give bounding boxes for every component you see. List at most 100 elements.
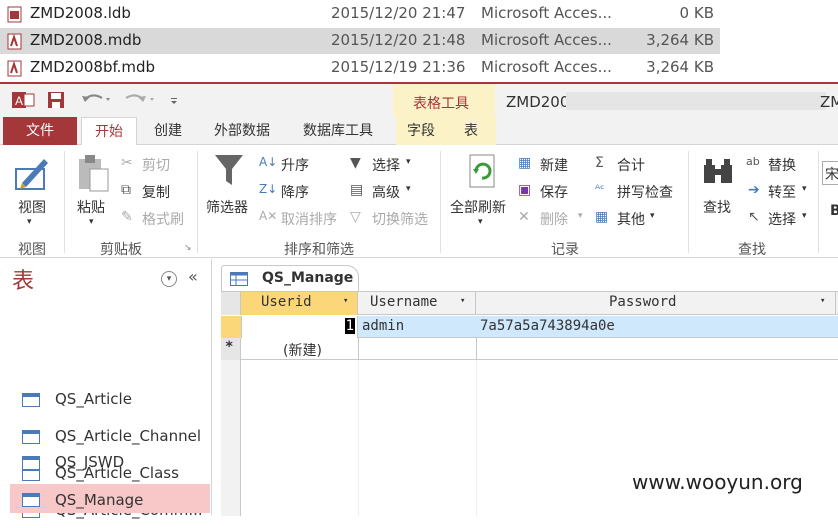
refresh-all-icon[interactable]	[466, 153, 498, 191]
select-button[interactable]: 选择	[768, 209, 796, 229]
tab-table[interactable]: 表	[446, 117, 496, 145]
tab-database-tools[interactable]: 数据库工具	[288, 117, 388, 145]
goto-button[interactable]: 转至	[768, 182, 796, 202]
tab-file[interactable]: 文件	[3, 117, 77, 145]
new-record-button[interactable]: 新建	[540, 155, 568, 175]
paste-icon[interactable]	[76, 153, 110, 193]
column-divider	[358, 360, 359, 516]
tab-fields[interactable]: 字段	[396, 117, 446, 145]
column-dropdown-icon[interactable]: ▾	[343, 296, 348, 306]
more-icon[interactable]: ▦	[595, 209, 608, 225]
totals-icon[interactable]: Σ	[595, 155, 604, 171]
bold-button[interactable]: B	[830, 203, 838, 219]
more-button[interactable]: 其他	[617, 209, 645, 229]
cut-icon[interactable]: ✂	[121, 155, 133, 171]
format-painter-icon[interactable]: ✎	[121, 209, 133, 225]
collapse-nav-icon[interactable]: «	[188, 267, 198, 286]
delete-icon[interactable]: ✕	[518, 209, 530, 225]
nav-item-qs-jswd[interactable]: QS_JSWD	[10, 446, 210, 480]
new-record-row[interactable]: * (新建)	[221, 338, 838, 360]
refresh-dropdown-icon[interactable]: ▾	[478, 217, 483, 227]
select-all-cell[interactable]	[221, 292, 241, 315]
tab-external-data[interactable]: 外部数据	[200, 117, 284, 145]
select-dropdown-icon[interactable]: ▾	[802, 211, 807, 221]
file-row-selected[interactable]: ZMD2008.mdb 2015/12/20 21:48 Microsoft A…	[0, 28, 720, 54]
column-dropdown-icon[interactable]: ▾	[460, 296, 465, 306]
table-icon	[230, 272, 248, 286]
sort-descending-button[interactable]: 降序	[281, 182, 309, 202]
sort-ascending-button[interactable]: 升序	[281, 155, 309, 175]
replace-icon[interactable]: ab	[746, 155, 760, 168]
sort-descending-icon[interactable]: Z↓	[259, 182, 277, 196]
tab-qs-manage[interactable]: QS_Manage	[221, 265, 359, 291]
selection-dropdown-icon[interactable]: ▾	[406, 157, 411, 167]
nav-item-qs-article[interactable]: QS_Article	[10, 383, 210, 417]
paste-button[interactable]: 粘贴	[77, 197, 105, 217]
goto-dropdown-icon[interactable]: ▾	[802, 184, 807, 194]
record-selector-column	[221, 360, 241, 516]
remove-sort-button[interactable]: 取消排序	[281, 209, 337, 229]
cell-password[interactable]: 7a57a5a743894a0e	[480, 318, 615, 334]
save-record-icon[interactable]: ▣	[518, 182, 531, 198]
nav-item-qs-manage[interactable]: QS_Manage	[10, 484, 210, 513]
goto-icon[interactable]: ➔	[748, 182, 760, 198]
filter-button[interactable]: 筛选器	[206, 197, 248, 217]
advanced-dropdown-icon[interactable]: ▾	[406, 184, 411, 194]
toggle-filter-icon[interactable]: ▽	[350, 209, 361, 225]
view-button[interactable]: 视图	[18, 197, 46, 217]
refresh-all-button[interactable]: 全部刷新	[450, 197, 506, 217]
delete-dropdown-icon[interactable]: ▾	[578, 211, 583, 221]
column-header-password[interactable]: Password ▾	[476, 292, 836, 315]
file-row[interactable]: ZMD2008.ldb 2015/12/20 21:47 Microsoft A…	[0, 1, 720, 27]
cell-username[interactable]: admin	[362, 318, 404, 334]
replace-button[interactable]: 替换	[768, 155, 796, 175]
column-dropdown-icon[interactable]: ▾	[820, 296, 825, 306]
find-icon[interactable]	[702, 155, 734, 187]
column-header-userid[interactable]: Userid ▾	[241, 292, 358, 315]
cut-button[interactable]: 剪切	[142, 155, 170, 175]
selection-filter-button[interactable]: 选择	[372, 155, 400, 175]
file-row[interactable]: ZMD2008bf.mdb 2015/12/19 21:36 Microsoft…	[0, 55, 720, 81]
redo-icon[interactable]	[124, 90, 158, 110]
sort-ascending-icon[interactable]: A↓	[259, 155, 277, 169]
undo-icon[interactable]	[80, 90, 114, 110]
find-button[interactable]: 查找	[703, 197, 731, 217]
customize-qat-icon[interactable]	[168, 90, 180, 110]
file-type: Microsoft Acces...	[481, 31, 612, 49]
clipboard-launcher-icon[interactable]: ↘	[184, 243, 192, 253]
tab-home[interactable]: 开始	[81, 117, 137, 146]
new-record-icon[interactable]: ▦	[518, 155, 531, 171]
format-painter-button[interactable]: 格式刷	[142, 209, 184, 229]
remove-sort-icon[interactable]: A✕	[259, 209, 277, 223]
table-row[interactable]: 1 admin 7a57a5a743894a0e	[221, 316, 838, 338]
delete-button[interactable]: 删除	[540, 209, 568, 229]
filter-icon[interactable]	[213, 153, 245, 189]
toggle-filter-button[interactable]: 切换筛选	[372, 209, 428, 229]
spelling-button[interactable]: 拼写检查	[617, 182, 673, 202]
select-icon[interactable]: ↖	[748, 209, 760, 225]
selection-filter-icon[interactable]: ▼	[350, 155, 361, 171]
copy-icon[interactable]: ⧉	[121, 182, 131, 198]
tab-create[interactable]: 创建	[140, 117, 196, 145]
advanced-filter-button[interactable]: 高级	[372, 182, 400, 202]
paste-dropdown-icon[interactable]: ▾	[89, 217, 94, 227]
save-record-button[interactable]: 保存	[540, 182, 568, 202]
nav-dropdown-icon[interactable]: ▾	[161, 271, 177, 287]
save-icon[interactable]	[47, 90, 65, 110]
totals-button[interactable]: 合计	[617, 155, 645, 175]
cell-userid[interactable]: 1	[241, 316, 358, 338]
column-divider	[476, 338, 477, 360]
column-header-username[interactable]: Username ▾	[358, 292, 476, 315]
view-dropdown-icon[interactable]: ▾	[27, 217, 32, 227]
advanced-filter-icon[interactable]: ▤	[350, 182, 363, 198]
row-selector[interactable]: *	[221, 338, 241, 360]
spelling-icon[interactable]: ᴬᶜ	[595, 182, 605, 196]
copy-button[interactable]: 复制	[142, 182, 170, 202]
row-selector[interactable]	[221, 316, 241, 338]
view-icon[interactable]	[14, 153, 52, 191]
file-date: 2015/12/19 21:36	[331, 58, 466, 76]
file-icon	[7, 6, 22, 23]
more-dropdown-icon[interactable]: ▾	[650, 211, 655, 221]
font-name-box[interactable]: 宋	[822, 161, 838, 185]
ribbon-tabs: 文件 开始 创建 外部数据 数据库工具 字段 表	[0, 117, 838, 146]
